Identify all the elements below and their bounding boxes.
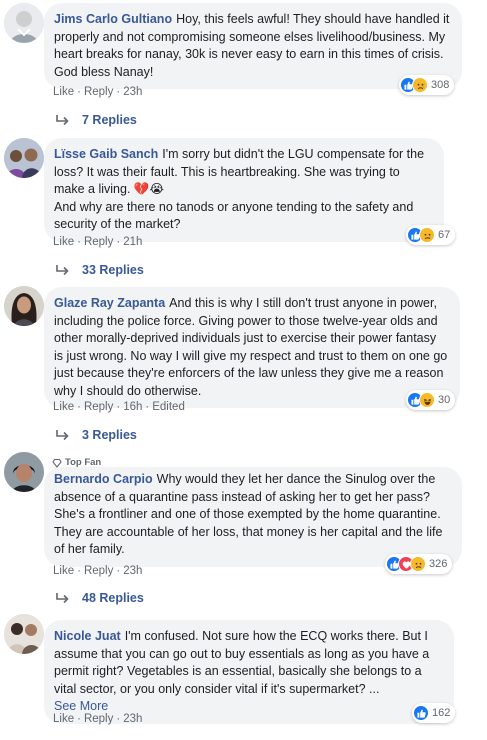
comment-bubble: Jims Carlo Gultiano Hoy, this feels awful…	[44, 3, 462, 89]
avatar[interactable]	[4, 452, 44, 492]
timestamp[interactable]: 16h	[123, 401, 142, 413]
view-replies-link[interactable]: 48 Replies	[56, 591, 144, 605]
reply-link[interactable]: Reply	[84, 236, 113, 248]
avatar[interactable]	[4, 3, 44, 43]
avatar[interactable]	[4, 614, 44, 654]
comment-bubble: Bernardo Carpio Why would they let her da…	[44, 467, 462, 567]
like-link[interactable]: Like	[53, 236, 74, 248]
comment-bubble: Lïsse Gaib Sanch I'm sorry but didn't the…	[44, 138, 444, 242]
comment-text-continued: And why are there no tanods or anyone te…	[54, 199, 414, 232]
comment-author[interactable]: Nicole Juat	[54, 629, 121, 643]
sad-reaction-icon	[412, 77, 428, 93]
edited-label[interactable]: Edited	[152, 401, 185, 413]
reply-link[interactable]: Reply	[84, 401, 113, 413]
like-reaction-icon	[413, 705, 429, 721]
comment-actions: Like · Reply · 23h	[53, 713, 143, 725]
timestamp[interactable]: 23h	[123, 713, 142, 725]
reaction-count: 67	[438, 229, 451, 241]
comment-author[interactable]: Jims Carlo Gultiano	[54, 12, 172, 26]
view-replies-link[interactable]: 7 Replies	[56, 113, 137, 127]
reply-link[interactable]: Reply	[84, 86, 113, 98]
like-link[interactable]: Like	[53, 401, 74, 413]
comment-actions: Like · Reply · 23h	[53, 565, 143, 577]
reply-arrow-icon	[56, 115, 69, 126]
reaction-summary[interactable]: 326	[385, 554, 453, 574]
comment-actions: Like · Reply · 21h	[53, 236, 143, 248]
comment-actions: Like · Reply · 23h	[53, 86, 143, 98]
haha-reaction-icon	[419, 392, 435, 408]
reaction-summary[interactable]: 308	[399, 75, 455, 95]
avatar[interactable]	[4, 286, 44, 326]
comment-author[interactable]: Glaze Ray Zapanta	[54, 296, 165, 310]
comment-text: And this is why I still don't trust anyo…	[54, 296, 448, 398]
view-replies-link[interactable]: 33 Replies	[56, 263, 144, 277]
reaction-count: 326	[429, 558, 448, 570]
replies-count: 48 Replies	[82, 591, 144, 605]
reply-arrow-icon	[56, 265, 69, 276]
reaction-count: 308	[431, 79, 450, 91]
comment-thread: Jims Carlo Gultiano Hoy, this feels awful…	[0, 0, 487, 740]
replies-count: 7 Replies	[82, 113, 137, 127]
comment-bubble: Nicole Juat I'm confused. Not sure how th…	[44, 620, 454, 724]
reaction-count: 162	[432, 707, 451, 719]
timestamp[interactable]: 23h	[123, 565, 142, 577]
avatar[interactable]	[4, 138, 44, 178]
reply-arrow-icon	[56, 593, 69, 604]
reaction-summary[interactable]: 162	[412, 703, 456, 723]
like-link[interactable]: Like	[53, 86, 74, 98]
sad-reaction-icon	[419, 227, 435, 243]
view-replies-link[interactable]: 3 Replies	[56, 428, 137, 442]
timestamp[interactable]: 21h	[123, 236, 142, 248]
comment-bubble: Glaze Ray Zapanta And this is why I still…	[44, 287, 460, 408]
timestamp[interactable]: 23h	[123, 86, 142, 98]
like-link[interactable]: Like	[53, 565, 74, 577]
sad-reaction-icon	[410, 556, 426, 572]
reply-link[interactable]: Reply	[84, 713, 113, 725]
reaction-summary[interactable]: 30	[406, 390, 456, 410]
reply-link[interactable]: Reply	[84, 565, 113, 577]
reply-arrow-icon	[56, 430, 69, 441]
comment-author[interactable]: Bernardo Carpio	[54, 472, 153, 486]
reaction-count: 30	[438, 394, 451, 406]
diamond-icon	[52, 458, 62, 468]
comment-actions: Like · Reply · 16h · Edited	[53, 401, 185, 413]
like-link[interactable]: Like	[53, 713, 74, 725]
reaction-summary[interactable]: 67	[406, 225, 456, 245]
replies-count: 33 Replies	[82, 263, 144, 277]
replies-count: 3 Replies	[82, 428, 137, 442]
comment-author[interactable]: Lïsse Gaib Sanch	[54, 147, 158, 161]
